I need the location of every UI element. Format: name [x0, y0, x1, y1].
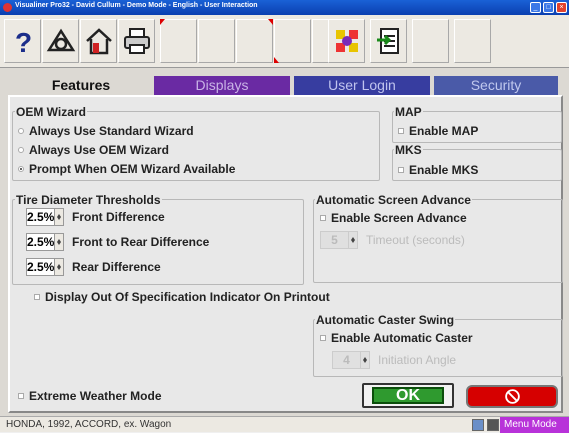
- checklist-icon: [376, 28, 399, 54]
- spinner-value[interactable]: 2.5%: [26, 233, 55, 251]
- help-icon: ?: [15, 27, 32, 56]
- toolbar-blank-3[interactable]: [236, 19, 273, 63]
- spinner-arrows-icon: [349, 231, 358, 249]
- front-rear-difference-spinner[interactable]: 2.5% Front to Rear Difference: [26, 233, 209, 251]
- enable-mks-checkbox[interactable]: Enable MKS: [398, 163, 478, 177]
- minimize-button[interactable]: _: [530, 2, 541, 13]
- toolbar: ?: [0, 15, 569, 68]
- checkbox-icon: [34, 294, 40, 300]
- toolbar-blank-6[interactable]: [454, 19, 491, 63]
- checkbox-icon: [320, 215, 326, 221]
- map-title: MAP: [394, 105, 423, 119]
- radio-standard-wizard[interactable]: Always Use Standard Wizard: [18, 124, 194, 138]
- spinner-arrows-icon[interactable]: [55, 258, 64, 276]
- checkbox-icon: [398, 128, 404, 134]
- checkbox-label: Display Out Of Specification Indicator O…: [45, 290, 330, 304]
- spinner-arrows-icon[interactable]: [55, 208, 64, 226]
- radio-label: Always Use Standard Wizard: [29, 124, 194, 138]
- rear-difference-spinner[interactable]: 2.5% Rear Difference: [26, 258, 161, 276]
- print-icon: [123, 28, 150, 54]
- spinner-value[interactable]: 2.5%: [26, 258, 55, 276]
- alignment-button[interactable]: [42, 19, 79, 63]
- home-icon: [85, 28, 112, 55]
- app-icon: [3, 3, 12, 12]
- gears-icon: [335, 30, 358, 52]
- window-title: Visualiner Pro32 - David Cullum - Demo M…: [15, 2, 258, 9]
- tab-user-login[interactable]: User Login: [294, 76, 430, 95]
- main-window: Visualiner Pro32 - David Cullum - Demo M…: [0, 0, 569, 433]
- checkbox-label: Enable Automatic Caster: [331, 331, 473, 345]
- spinner-value: 4: [332, 351, 361, 369]
- ok-button-label: OK: [372, 387, 444, 404]
- front-difference-spinner[interactable]: 2.5% Front Difference: [26, 208, 165, 226]
- tab-security[interactable]: Security: [434, 76, 558, 95]
- checklist-button[interactable]: [370, 19, 407, 63]
- grid-icon: [487, 419, 499, 431]
- features-panel: OEM Wizard Always Use Standard Wizard Al…: [8, 95, 563, 413]
- checkbox-icon: [398, 167, 404, 173]
- initiation-angle-spinner: 4 Initiation Angle: [332, 351, 456, 369]
- oem-wizard-title: OEM Wizard: [15, 105, 87, 119]
- svg-text:?: ?: [15, 27, 32, 56]
- timeout-spinner: 5 Timeout (seconds): [320, 231, 465, 249]
- checkbox-label: Enable MAP: [409, 124, 479, 138]
- spinner-label: Front to Rear Difference: [72, 235, 210, 249]
- home-button[interactable]: [80, 19, 117, 63]
- tire-thresholds-title: Tire Diameter Thresholds: [15, 193, 162, 207]
- alignment-icon: [46, 28, 75, 52]
- checkbox-label: Enable Screen Advance: [331, 211, 467, 225]
- mode-status: Menu Mode: [500, 417, 569, 433]
- checkbox-icon: [320, 335, 326, 341]
- checkbox-label: Extreme Weather Mode: [29, 389, 162, 403]
- spinner-value: 5: [320, 231, 349, 249]
- checkbox-icon: [18, 393, 24, 399]
- close-button[interactable]: ×: [556, 2, 567, 13]
- toolbar-blank-2[interactable]: [198, 19, 235, 63]
- spinner-label: Initiation Angle: [378, 353, 457, 367]
- radio-icon: [18, 166, 24, 172]
- user-icon: [472, 419, 484, 431]
- extreme-weather-checkbox[interactable]: Extreme Weather Mode: [18, 389, 162, 403]
- enable-screen-advance-checkbox[interactable]: Enable Screen Advance: [320, 211, 467, 225]
- radio-prompt-oem[interactable]: Prompt When OEM Wizard Available: [18, 162, 235, 176]
- caster-swing-title: Automatic Caster Swing: [315, 313, 456, 327]
- spinner-label: Rear Difference: [72, 260, 161, 274]
- tab-features[interactable]: Features: [12, 76, 150, 95]
- spinner-label: Timeout (seconds): [366, 233, 465, 247]
- spinner-label: Front Difference: [72, 210, 165, 224]
- checkbox-label: Enable MKS: [409, 163, 479, 177]
- maximize-button[interactable]: □: [543, 2, 554, 13]
- print-button[interactable]: [118, 19, 155, 63]
- spinner-value[interactable]: 2.5%: [26, 208, 55, 226]
- toolbar-blank-5[interactable]: [412, 19, 449, 63]
- radio-label: Always Use OEM Wizard: [29, 143, 169, 157]
- title-bar: Visualiner Pro32 - David Cullum - Demo M…: [0, 0, 569, 15]
- screen-advance-title: Automatic Screen Advance: [315, 193, 472, 207]
- help-button[interactable]: ?: [4, 19, 41, 63]
- mks-title: MKS: [394, 143, 423, 157]
- spinner-arrows-icon: [361, 351, 370, 369]
- toolbar-blank-4[interactable]: [274, 19, 311, 63]
- ok-button[interactable]: OK: [362, 383, 454, 408]
- gears-button[interactable]: [328, 19, 365, 63]
- tab-displays[interactable]: Displays: [154, 76, 290, 95]
- radio-label: Prompt When OEM Wizard Available: [29, 162, 236, 176]
- toolbar-blank-1[interactable]: [160, 19, 197, 63]
- tab-strip: Features Displays User Login Security: [12, 76, 558, 95]
- radio-icon: [18, 147, 24, 153]
- status-bar: HONDA, 1992, ACCORD, ex. Wagon Menu Mode: [0, 416, 569, 433]
- radio-oem-wizard[interactable]: Always Use OEM Wizard: [18, 143, 169, 157]
- enable-map-checkbox[interactable]: Enable MAP: [398, 124, 478, 138]
- cancel-button[interactable]: [466, 385, 558, 408]
- no-entry-icon: [504, 389, 520, 404]
- enable-automatic-caster-checkbox[interactable]: Enable Automatic Caster: [320, 331, 473, 345]
- spinner-arrows-icon[interactable]: [55, 233, 64, 251]
- display-out-of-spec-checkbox[interactable]: Display Out Of Specification Indicator O…: [34, 290, 330, 304]
- vehicle-status: HONDA, 1992, ACCORD, ex. Wagon: [6, 419, 172, 430]
- radio-icon: [18, 128, 24, 134]
